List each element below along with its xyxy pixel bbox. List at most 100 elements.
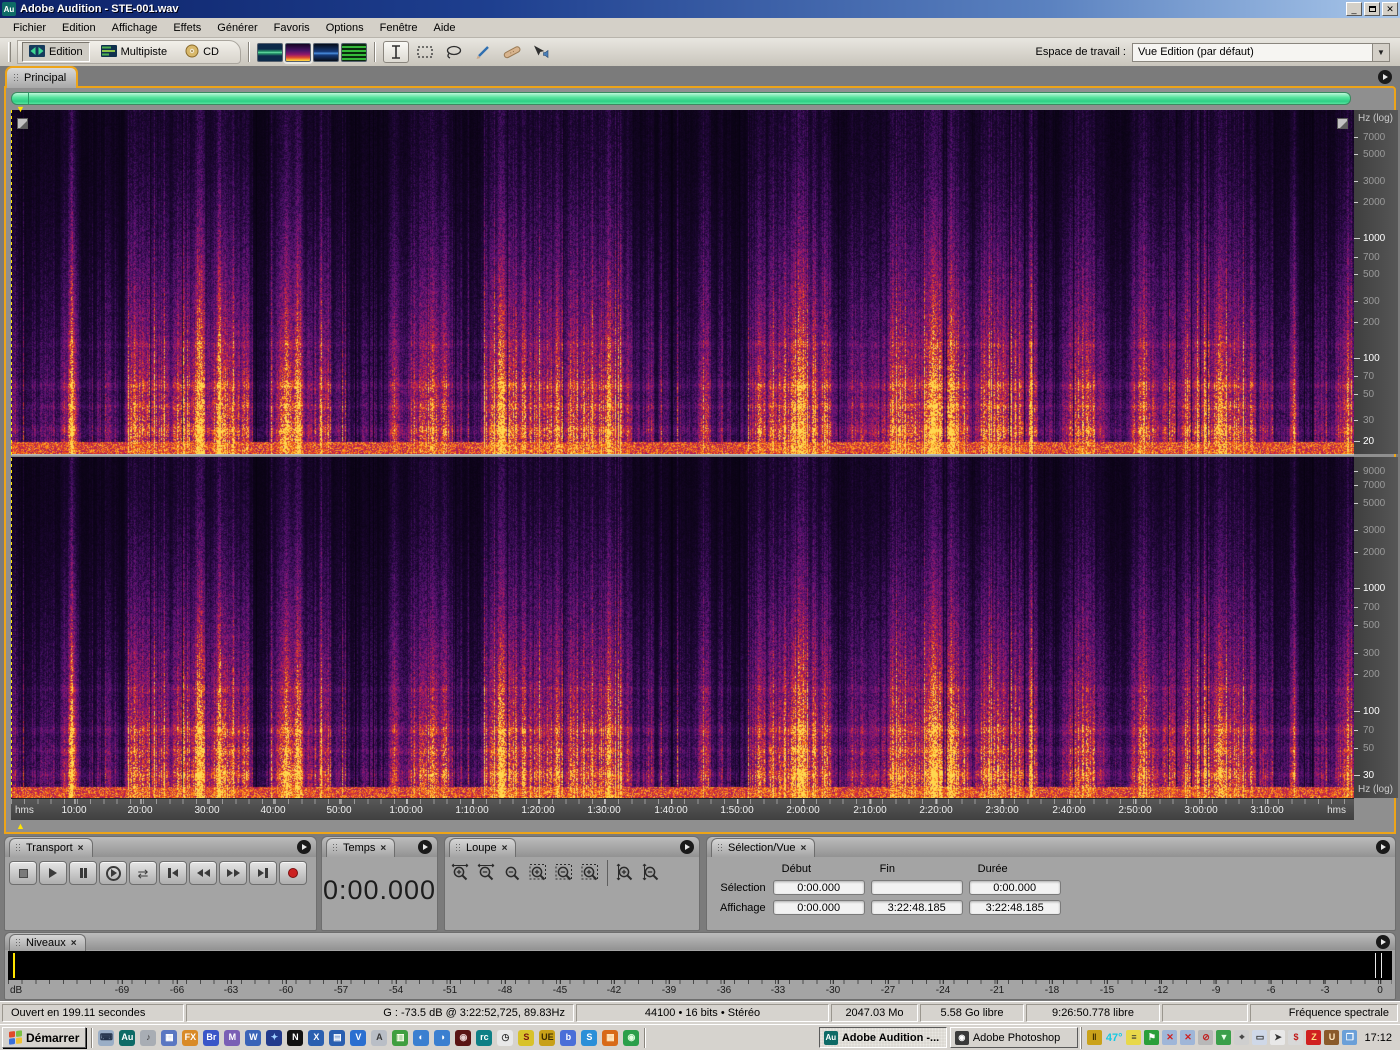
tab-temps[interactable]: Temps × xyxy=(326,838,396,857)
blocked-icon[interactable]: ⊘ xyxy=(1198,1030,1214,1045)
play-button[interactable] xyxy=(39,861,67,885)
time-ruler[interactable]: hms hms 10:00 20:00 30:00 40:00 50:00 1:00:00 1:… xyxy=(11,798,1354,820)
blue-app-icon[interactable]: b xyxy=(560,1029,577,1046)
close-icon[interactable]: × xyxy=(78,843,84,854)
zoom-corner-handle[interactable] xyxy=(1337,118,1348,129)
close-icon[interactable]: × xyxy=(800,843,806,854)
start-button[interactable]: Démarrer xyxy=(2,1027,87,1048)
panel-menu-button[interactable] xyxy=(680,840,694,854)
currency-icon[interactable]: $ xyxy=(1288,1030,1304,1045)
download-icon[interactable]: ▼ xyxy=(1216,1030,1232,1045)
camera-icon[interactable]: ◉ xyxy=(455,1029,472,1046)
close-icon[interactable]: × xyxy=(380,843,386,854)
tab-selection-vue[interactable]: Sélection/Vue × xyxy=(711,838,816,857)
mouse-icon[interactable]: ⌖ xyxy=(1234,1030,1250,1045)
playhead-line[interactable] xyxy=(11,110,12,798)
flash-icon[interactable]: Z xyxy=(1306,1030,1322,1045)
title-bar[interactable]: Au Adobe Audition - STE-001.wav _ ✕ xyxy=(0,0,1400,18)
spot-healing-tool[interactable] xyxy=(499,41,525,63)
zoom-corner-handle[interactable] xyxy=(17,118,28,129)
selection-duree-field[interactable]: 0:00.000 xyxy=(968,880,1061,895)
go-to-end-button[interactable] xyxy=(249,861,277,885)
menu-effets[interactable]: Effets xyxy=(166,20,208,36)
effects-paintbrush-tool[interactable] xyxy=(470,41,496,63)
playhead-bottom-marker[interactable]: ▲ xyxy=(16,822,25,831)
playhead-top-marker[interactable]: ▼ xyxy=(16,105,25,114)
flag-icon[interactable]: ⚑ xyxy=(1144,1030,1160,1045)
menu-aide[interactable]: Aide xyxy=(427,20,463,36)
zoom-in-selection-right-button[interactable] xyxy=(577,860,603,884)
zoom-in-selection-left-button[interactable] xyxy=(551,860,577,884)
menu-options[interactable]: Options xyxy=(319,20,371,36)
media-player-icon[interactable]: ♪ xyxy=(140,1029,157,1046)
marquee-selection-tool[interactable] xyxy=(412,41,438,63)
network-error2-icon[interactable]: ✕ xyxy=(1180,1030,1196,1045)
green-app-icon[interactable]: ◉ xyxy=(623,1029,640,1046)
level-meter[interactable] xyxy=(8,951,1392,980)
spectral-phase-view[interactable] xyxy=(341,42,367,62)
stop-button[interactable] xyxy=(9,861,37,885)
panel-menu-button[interactable] xyxy=(1376,840,1390,854)
spectrogram-left-channel[interactable] xyxy=(11,110,1354,454)
zoom-in-vertical-button[interactable] xyxy=(612,860,638,884)
play-from-cursor-button[interactable] xyxy=(99,861,127,885)
globe-icon[interactable]: ◐ xyxy=(413,1029,430,1046)
minimize-button[interactable]: _ xyxy=(1346,2,1362,16)
menu-fichier[interactable]: Fichier xyxy=(6,20,53,36)
frequency-axis-left-channel[interactable]: 7000 5000 3000 2000 1000 700 500 300 200 100 70 50 3… xyxy=(1354,110,1398,454)
horizontal-scrollbar[interactable] xyxy=(11,92,1351,105)
tab-niveaux[interactable]: Niveaux × xyxy=(9,934,86,951)
zoom-out-horizontal-button[interactable] xyxy=(473,860,499,884)
menu-affichage[interactable]: Affichage xyxy=(105,20,165,36)
tab-principal[interactable]: Principal xyxy=(5,66,79,88)
zoom-out-full-button[interactable] xyxy=(499,860,525,884)
audition-icon[interactable]: Au xyxy=(119,1029,136,1046)
globe2-icon[interactable]: ◑ xyxy=(434,1029,451,1046)
record-button[interactable] xyxy=(279,861,307,885)
loop-play-button[interactable]: ⇄ xyxy=(129,861,157,885)
keyboard-icon[interactable]: ⌨ xyxy=(98,1029,115,1046)
menu-lines-icon[interactable]: ≡ xyxy=(1126,1030,1142,1045)
rc-icon[interactable]: rc xyxy=(476,1029,493,1046)
selection-debut-field[interactable]: 0:00.000 xyxy=(772,880,865,895)
time-display[interactable]: 0:00.000 xyxy=(322,875,437,906)
toolbar-grip[interactable] xyxy=(8,42,11,62)
scrub-tool[interactable] xyxy=(528,41,554,63)
word-icon[interactable]: W xyxy=(245,1029,262,1046)
zoom-in-horizontal-button[interactable] xyxy=(447,860,473,884)
panel-menu-button[interactable] xyxy=(1378,70,1392,84)
mode-button-cd[interactable]: CD xyxy=(178,42,226,62)
mode-button-edition[interactable]: Edition xyxy=(22,42,90,62)
close-icon[interactable]: × xyxy=(502,843,508,854)
lasso-selection-tool[interactable] xyxy=(441,41,467,63)
frequency-axis-right-channel[interactable]: 9000 7000 5000 3000 2000 1000 700 500 300 200 100 7… xyxy=(1354,457,1398,798)
time-selection-tool[interactable] xyxy=(383,41,409,63)
rewind-button[interactable] xyxy=(189,861,217,885)
panel-menu-button[interactable] xyxy=(1376,935,1390,949)
clock-icon[interactable]: ◷ xyxy=(497,1029,514,1046)
affichage-duree-field[interactable]: 3:22:48.185 xyxy=(968,900,1061,915)
mode-button-multipiste[interactable]: Multipiste xyxy=(94,42,174,62)
selection-fin-field[interactable] xyxy=(870,880,963,895)
pdf-grid-icon[interactable]: ▦ xyxy=(602,1029,619,1046)
close-button[interactable]: ✕ xyxy=(1382,2,1398,16)
jar-icon[interactable]: U xyxy=(1324,1030,1340,1045)
cursor-icon[interactable]: ➤ xyxy=(1270,1030,1286,1045)
spectral-pan-view[interactable] xyxy=(313,42,339,62)
go-to-beginning-button[interactable] xyxy=(159,861,187,885)
menu-fenetre[interactable]: Fenêtre xyxy=(373,20,425,36)
spectral-display[interactable] xyxy=(11,110,1354,798)
sbp-icon[interactable]: S xyxy=(518,1029,535,1046)
dropdown-arrow-icon[interactable]: ▼ xyxy=(1372,43,1389,61)
fx-icon[interactable]: FX xyxy=(182,1029,199,1046)
sync-icon[interactable]: S xyxy=(581,1029,598,1046)
project-icon[interactable]: ▤ xyxy=(329,1029,346,1046)
spectral-frequency-view[interactable] xyxy=(283,40,313,64)
document-icon[interactable]: A xyxy=(371,1029,388,1046)
calculator-icon[interactable]: ▦ xyxy=(161,1029,178,1046)
task-adobe-audition[interactable]: Au Adobe Audition -... xyxy=(818,1027,947,1048)
menu-generer[interactable]: Générer xyxy=(210,20,264,36)
doc-icon[interactable]: ❒ xyxy=(1342,1030,1358,1045)
meter-icon[interactable]: ‖ xyxy=(1086,1030,1102,1045)
workspace-dropdown[interactable]: Vue Edition (par défaut) ▼ xyxy=(1132,42,1390,62)
